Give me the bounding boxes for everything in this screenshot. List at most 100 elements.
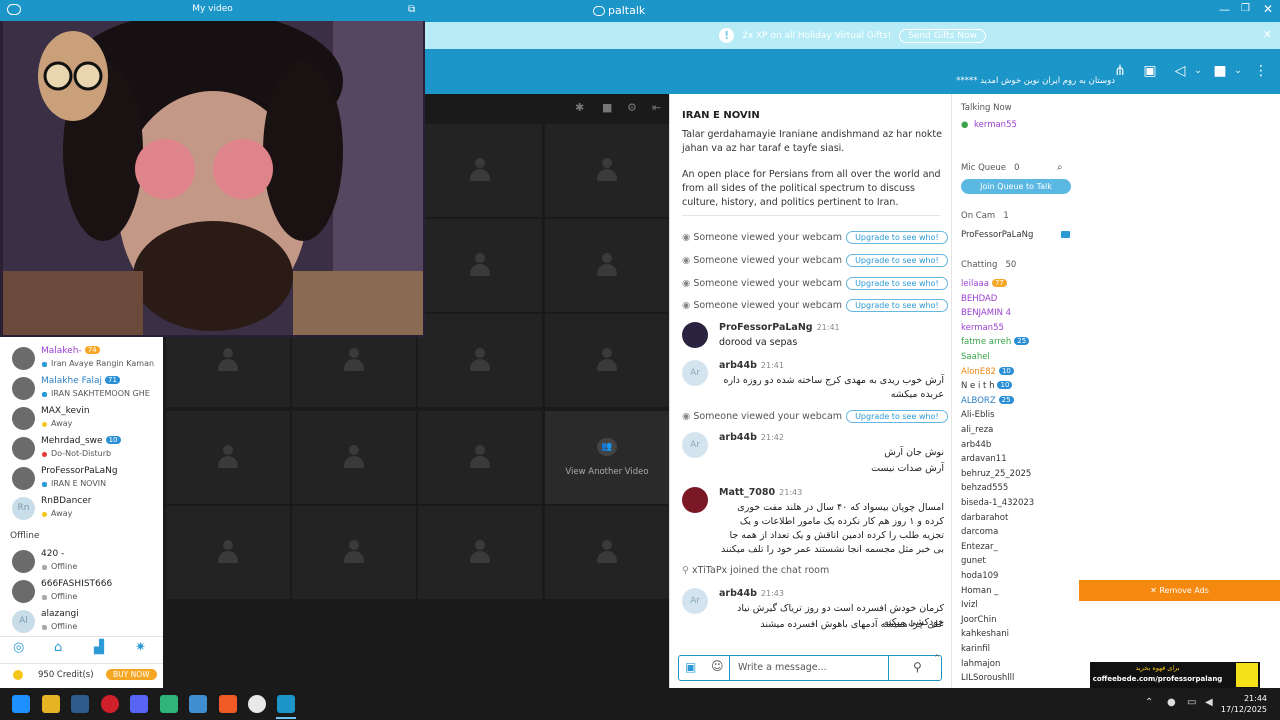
opera-icon[interactable] (101, 695, 119, 713)
message-input[interactable]: Write a message... (729, 656, 889, 680)
chatting-user[interactable]: N e i t h 10 (961, 381, 1013, 391)
contact-item[interactable]: Mehrdad_swe 10 Do-Not-Disturb (0, 435, 163, 465)
banner-close-icon[interactable]: ✕ (1263, 28, 1272, 41)
contact-item[interactable]: MAX_kevin Away (0, 405, 163, 435)
upgrade-button[interactable]: Upgrade to see who! (846, 231, 948, 244)
empty-video-slot[interactable] (545, 219, 669, 312)
more-options-icon[interactable]: ⋮ (1252, 62, 1270, 80)
search-icon[interactable]: ⌕ (1057, 162, 1063, 173)
gift-icon[interactable]: ▣ (685, 660, 696, 674)
upgrade-button[interactable]: Upgrade to see who! (846, 410, 948, 423)
contact-item[interactable]: 420 - Offline (0, 548, 163, 578)
emoji-icon[interactable]: ☺ (711, 659, 724, 673)
chatting-user[interactable]: fatme arreh 25 (961, 337, 1030, 347)
settings-icon[interactable]: ⚙ (627, 101, 637, 114)
promo-ad[interactable]: برای قهوه بخرید coffeebede.com/professor… (1090, 662, 1260, 690)
tray-mic-icon[interactable]: ● (1167, 697, 1176, 708)
message-author[interactable]: arb44b 21:43 (719, 588, 784, 599)
chatting-user[interactable]: behruz_25_2025 (961, 469, 1031, 479)
talking-user[interactable]: kerman55 (974, 120, 1017, 130)
contact-item[interactable]: Malakeh- 74 Iran Avaye Rangin Kaman (0, 345, 163, 375)
empty-video-slot[interactable] (418, 314, 542, 407)
empty-video-slot[interactable] (292, 506, 416, 599)
chatting-user[interactable]: Ali-Eblis (961, 410, 995, 420)
contact-item[interactable]: ProFessorPaLaNg IRAN E NOVIN (0, 465, 163, 495)
chatting-user[interactable]: leilaaa 77 (961, 279, 1007, 289)
empty-video-slot[interactable] (292, 411, 416, 504)
chatting-user[interactable]: Saahel (961, 352, 990, 362)
empty-video-slot[interactable] (545, 314, 669, 407)
avatar[interactable] (682, 487, 708, 513)
chatting-user[interactable]: biseda-1_432023 (961, 498, 1034, 508)
chatting-user[interactable]: Entezar_ (961, 542, 998, 552)
avatar[interactable] (682, 322, 708, 348)
app-icon[interactable] (160, 695, 178, 713)
chatting-user[interactable]: LILSoroushlll (961, 673, 1014, 683)
chatting-user[interactable]: darbarahot (961, 513, 1008, 523)
chatting-user[interactable]: lahmajon (961, 659, 1000, 669)
chevron-down-icon[interactable]: ⌄ (1189, 62, 1207, 80)
chatting-user[interactable]: gunet (961, 556, 986, 566)
chatting-user[interactable]: BENJAMIN 4 (961, 308, 1011, 318)
photo-editor-icon[interactable] (189, 695, 207, 713)
chatting-user[interactable]: darcoma (961, 527, 998, 537)
empty-video-slot[interactable] (418, 124, 542, 217)
discord-icon[interactable] (130, 695, 148, 713)
close-button[interactable]: ✕ (1263, 2, 1273, 16)
chatting-user[interactable]: kahkeshani (961, 629, 1009, 639)
contact-item[interactable]: Malakhe Falaj 71 IRAN SAKHTEMOON GHE (0, 375, 163, 405)
chatting-user[interactable]: BEHDAD (961, 294, 997, 304)
chatting-user[interactable]: arb44b (961, 440, 991, 450)
gift-icon[interactable]: ▣ (1141, 62, 1159, 80)
tray-chevron-icon[interactable]: ⌃ (1145, 697, 1153, 708)
chatting-user[interactable]: ali_reza (961, 425, 993, 435)
buy-now-button[interactable]: BUY NOW (106, 669, 157, 680)
message-author[interactable]: ProFessorPaLaNg 21:41 (719, 322, 840, 333)
message-author[interactable]: Matt_7080 21:43 (719, 487, 802, 498)
contact-item[interactable]: Al alazangi Offline (0, 608, 163, 638)
camera-menu-chevron-icon[interactable]: ⌄ (1229, 62, 1247, 80)
brave-icon[interactable] (219, 695, 237, 713)
share-icon[interactable]: ⋔ (1111, 62, 1129, 80)
chrome-icon[interactable] (248, 695, 266, 713)
avatar[interactable]: Ar (682, 432, 708, 458)
video-icon[interactable]: ■ (602, 101, 612, 114)
empty-video-slot[interactable] (418, 411, 542, 504)
empty-video-slot[interactable] (545, 124, 669, 217)
avatar[interactable]: Ar (682, 588, 708, 614)
empty-video-slot[interactable] (545, 506, 669, 599)
on-cam-user[interactable]: ProFessorPaLaNg (961, 230, 1033, 240)
send-gifts-button[interactable]: Send Gifts Now (899, 28, 986, 43)
chatting-user[interactable]: karinfil (961, 644, 990, 654)
avatar[interactable]: Ar (682, 360, 708, 386)
paltalk-taskbar-icon[interactable] (277, 695, 295, 713)
tray-network-icon[interactable]: ▭ (1187, 697, 1196, 708)
maximize-button[interactable]: ❐ (1241, 3, 1250, 14)
chatting-user[interactable]: ardavan11 (961, 454, 1007, 464)
compass-icon[interactable]: ◎ (13, 640, 24, 655)
paw-icon[interactable]: ✱ (575, 101, 584, 114)
empty-video-slot[interactable] (166, 506, 290, 599)
message-author[interactable]: arb44b 21:42 (719, 432, 784, 443)
file-explorer-icon[interactable] (42, 695, 60, 713)
contact-item[interactable]: Rn RnBDancer Away (0, 495, 163, 525)
chatting-user[interactable]: behzad555 (961, 483, 1008, 493)
view-another-video-tile[interactable]: 👥 View Another Video (545, 411, 669, 504)
my-video-window[interactable]: My video ⧉ (0, 0, 425, 337)
camera-icon[interactable]: ■ (1211, 62, 1229, 80)
minimize-button[interactable]: — (1219, 3, 1230, 16)
steam-icon[interactable] (71, 695, 89, 713)
settings-gear-icon[interactable]: ✷ (135, 640, 146, 655)
message-author[interactable]: arb44b 21:41 (719, 360, 784, 371)
leaderboard-icon[interactable]: ▟ (94, 640, 104, 655)
home-icon[interactable]: ⌂ (54, 640, 62, 655)
upgrade-button[interactable]: Upgrade to see who! (846, 254, 948, 267)
chatting-user[interactable]: AlonE82 10 (961, 366, 1014, 377)
chevron-up-icon[interactable]: ⌃ (933, 654, 941, 664)
upgrade-button[interactable]: Upgrade to see who! (846, 277, 948, 290)
contact-item[interactable]: 666FASHIST666 Offline (0, 578, 163, 608)
megaphone-icon[interactable]: ◁ (1171, 62, 1189, 80)
chatting-user[interactable]: kerman55 (961, 323, 1004, 333)
empty-video-slot[interactable] (418, 219, 542, 312)
empty-video-slot[interactable] (418, 506, 542, 599)
